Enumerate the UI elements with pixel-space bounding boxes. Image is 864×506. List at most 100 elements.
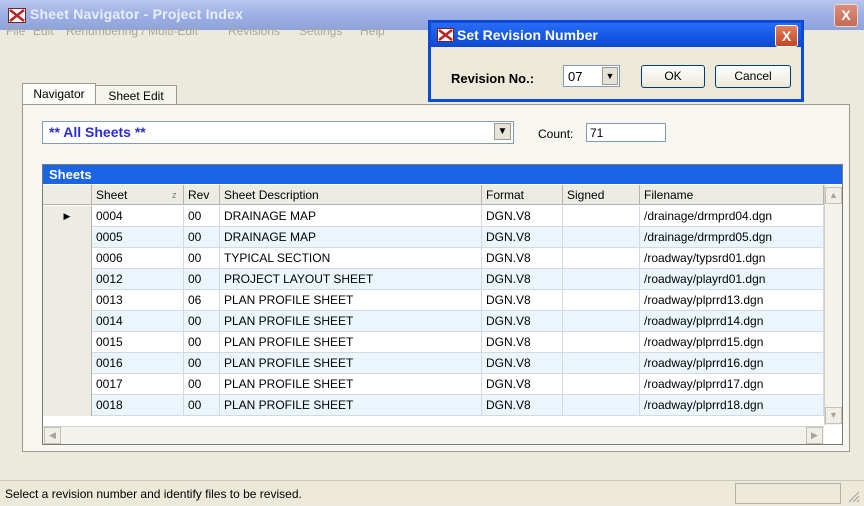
cell-format: DGN.V8 xyxy=(482,353,563,374)
cell-format: DGN.V8 xyxy=(482,227,563,248)
scroll-left-icon[interactable]: ◀ xyxy=(44,427,61,444)
cell-filename: /roadway/plprrd18.dgn xyxy=(640,395,824,416)
cell-sheet: 0005 xyxy=(92,227,184,248)
column-header-rev[interactable]: Rev xyxy=(184,185,220,205)
ok-button[interactable]: OK xyxy=(641,65,705,88)
dialog-close-button[interactable]: X xyxy=(775,25,798,47)
cell-rev: 00 xyxy=(184,227,220,248)
table-row[interactable]: 0005 00 DRAINAGE MAP DGN.V8/drainage/drmprd… xyxy=(43,227,824,248)
cell-format: DGN.V8 xyxy=(482,248,563,269)
table-row[interactable]: 0014 00 PLAN PROFILE SHEET DGN.V8/roadway/p… xyxy=(43,311,824,332)
cell-description: DRAINAGE MAP xyxy=(220,227,482,248)
table-row[interactable]: 0013 06 PLAN PROFILE SHEET DGN.V8/roadway/p… xyxy=(43,290,824,311)
chevron-down-icon[interactable]: ▼ xyxy=(602,67,618,85)
cell-description: TYPICAL SECTION xyxy=(220,248,482,269)
cell-description: PLAN PROFILE SHEET xyxy=(220,290,482,311)
cell-description: PLAN PROFILE SHEET xyxy=(220,311,482,332)
column-header-signed[interactable]: Signed xyxy=(563,185,640,205)
revision-value: 07 xyxy=(568,69,583,84)
column-header-description[interactable]: Sheet Description xyxy=(220,185,482,205)
cell-filename: /roadway/plprrd14.dgn xyxy=(640,311,824,332)
cell-filename: /drainage/drmprd05.dgn xyxy=(640,227,824,248)
cell-sheet: 0018 xyxy=(92,395,184,416)
cell-filename: /roadway/typsrd01.dgn xyxy=(640,248,824,269)
scroll-right-icon[interactable]: ▶ xyxy=(806,427,823,444)
cell-signed xyxy=(563,206,640,227)
sheet-filter-dropdown[interactable]: ** All Sheets ** xyxy=(42,121,514,144)
cell-signed xyxy=(563,332,640,353)
cell-sheet: 0012 xyxy=(92,269,184,290)
dialog-title-bar[interactable]: Set Revision Number X xyxy=(431,23,801,47)
cell-sheet: 0006 xyxy=(92,248,184,269)
column-header-filename[interactable]: Filename xyxy=(640,185,824,205)
cell-filename: /roadway/plprrd17.dgn xyxy=(640,374,824,395)
cell-format: DGN.V8 xyxy=(482,332,563,353)
row-selector[interactable] xyxy=(43,290,92,311)
table-row[interactable]: 0018 00 PLAN PROFILE SHEET DGN.V8/roadway/p… xyxy=(43,395,824,416)
revision-label: Revision No.: xyxy=(451,71,535,86)
table-row[interactable]: 0016 00 PLAN PROFILE SHEET DGN.V8/roadway/p… xyxy=(43,353,824,374)
set-revision-dialog: Set Revision Number X Revision No.: 07 ▼… xyxy=(428,20,804,102)
grid-title: Sheets xyxy=(43,165,842,184)
table-row[interactable]: 0006 00 TYPICAL SECTION DGN.V8/roadway/typs… xyxy=(43,248,824,269)
cell-rev: 00 xyxy=(184,332,220,353)
cell-format: DGN.V8 xyxy=(482,311,563,332)
scroll-down-icon[interactable]: ▼ xyxy=(825,407,842,424)
cell-rev: 00 xyxy=(184,248,220,269)
cell-signed xyxy=(563,227,640,248)
cell-rev: 00 xyxy=(184,311,220,332)
sheets-grid[interactable]: Sheets Sheet z Rev Sheet Description For… xyxy=(42,164,843,445)
cell-signed xyxy=(563,311,640,332)
row-selector[interactable] xyxy=(43,332,92,353)
cell-rev: 00 xyxy=(184,395,220,416)
table-row[interactable]: ▶ 0004 00 DRAINAGE MAP DGN.V8/drainage/drmpr… xyxy=(43,206,824,227)
dialog-title: Set Revision Number xyxy=(457,27,598,43)
count-label: Count: xyxy=(538,127,574,141)
dialog-app-icon xyxy=(437,28,454,42)
column-header-sheet[interactable]: Sheet z xyxy=(92,185,184,205)
menu-file[interactable]: File xyxy=(6,24,25,38)
main-close-button[interactable]: X xyxy=(834,4,858,27)
cell-rev: 00 xyxy=(184,374,220,395)
menu-help[interactable]: Help xyxy=(360,24,385,38)
row-selector[interactable] xyxy=(43,227,92,248)
chevron-down-icon[interactable]: ▼ xyxy=(494,123,511,140)
table-row[interactable]: 0017 00 PLAN PROFILE SHEET DGN.V8/roadway/p… xyxy=(43,374,824,395)
row-selector[interactable] xyxy=(43,269,92,290)
row-selector[interactable] xyxy=(43,374,92,395)
cancel-button[interactable]: Cancel xyxy=(715,65,791,88)
horizontal-scrollbar[interactable]: ◀ ▶ xyxy=(43,426,824,444)
menu-revisions[interactable]: Revisions xyxy=(228,24,280,38)
cell-sheet: 0015 xyxy=(92,332,184,353)
menu-edit[interactable]: Edit xyxy=(33,24,54,38)
cell-filename: /roadway/playrd01.dgn xyxy=(640,269,824,290)
cell-signed xyxy=(563,353,640,374)
resize-grip-icon[interactable] xyxy=(846,489,860,506)
app-icon xyxy=(8,8,26,23)
cell-format: DGN.V8 xyxy=(482,395,563,416)
row-header-corner xyxy=(43,185,92,205)
row-selector[interactable] xyxy=(43,248,92,269)
cell-filename: /roadway/plprrd13.dgn xyxy=(640,290,824,311)
cell-description: PLAN PROFILE SHEET xyxy=(220,374,482,395)
cell-description: PLAN PROFILE SHEET xyxy=(220,353,482,374)
row-selector[interactable] xyxy=(43,311,92,332)
revision-select[interactable]: 07 ▼ xyxy=(563,65,620,87)
menu-renumbering[interactable]: Renumbering / Multi-Edit xyxy=(66,24,198,38)
table-row[interactable]: 0012 00 PROJECT LAYOUT SHEET DGN.V8/roadway… xyxy=(43,269,824,290)
cell-description: DRAINAGE MAP xyxy=(220,206,482,227)
cell-sheet: 0013 xyxy=(92,290,184,311)
window-title: Sheet Navigator - Project Index xyxy=(30,6,244,22)
row-selector[interactable] xyxy=(43,353,92,374)
tab-sheet-edit[interactable]: Sheet Edit xyxy=(95,85,177,106)
vertical-scrollbar[interactable]: ▲ ▼ xyxy=(824,185,842,425)
row-selector[interactable]: ▶ xyxy=(43,206,92,227)
row-selector[interactable] xyxy=(43,395,92,416)
column-header-format[interactable]: Format xyxy=(482,185,563,205)
scroll-up-icon[interactable]: ▲ xyxy=(825,187,842,204)
table-row[interactable]: 0015 00 PLAN PROFILE SHEET DGN.V8/roadway/p… xyxy=(43,332,824,353)
menu-settings[interactable]: Settings xyxy=(299,24,342,38)
cell-description: PROJECT LAYOUT SHEET xyxy=(220,269,482,290)
tab-navigator[interactable]: Navigator xyxy=(22,83,96,106)
cell-format: DGN.V8 xyxy=(482,269,563,290)
